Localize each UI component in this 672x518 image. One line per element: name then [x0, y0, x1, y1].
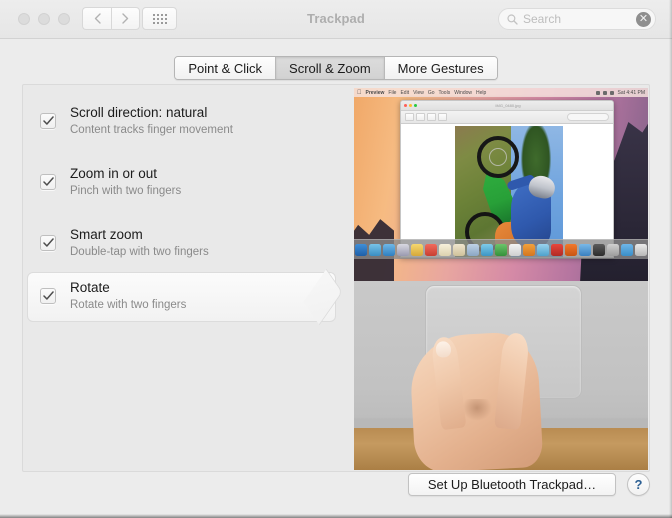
window-titlebar: Trackpad Search ✕ [0, 0, 672, 39]
help-button[interactable]: ? [627, 473, 650, 496]
dock-icon-settings [593, 243, 605, 256]
video-dock [354, 239, 648, 259]
dock-icon-safari [383, 243, 395, 256]
checkbox-scroll-direction[interactable] [40, 113, 56, 129]
toolbar-button-icon [427, 113, 436, 121]
system-preferences-window: Trackpad Search ✕ Point & Click Scroll &… [0, 0, 672, 518]
checkbox-rotate[interactable] [40, 288, 56, 304]
tab-bar: Point & Click Scroll & Zoom More Gesture… [0, 56, 672, 80]
checkbox-smart-zoom[interactable] [40, 235, 56, 251]
apple-logo-icon:  [357, 90, 362, 96]
menubar-menu-file: File [383, 89, 396, 96]
gesture-title: Zoom in or out [70, 166, 158, 181]
video-app-titlebar: IMG_0480.jpg [401, 101, 613, 111]
dock-icon-systempreferences [481, 243, 493, 256]
fingernail [434, 340, 452, 359]
tab-scroll-and-zoom[interactable]: Scroll & Zoom [276, 57, 385, 79]
menubar-status-items: Sat 4:41 PM [596, 90, 645, 96]
video-menubar:  Preview File Edit View Go Tools Window… [354, 88, 648, 97]
dock-icon-notes [411, 243, 423, 256]
dock-icon-launchpad [369, 243, 381, 256]
video-app-toolbar [401, 111, 613, 124]
dock-icon-photos [565, 243, 577, 256]
menubar-menu-edit: Edit [395, 89, 409, 96]
preferences-panel: Scroll direction: natural Content tracks… [22, 84, 650, 472]
checkbox-zoom-in-or-out[interactable] [40, 174, 56, 190]
set-up-bluetooth-trackpad-button[interactable]: Set Up Bluetooth Trackpad… [408, 473, 616, 496]
menubar-menu-help: Help [471, 89, 486, 96]
dock-icon-preview [467, 243, 479, 256]
dock-icon-itunes [551, 243, 563, 256]
dock-icon-mail [425, 243, 437, 256]
menubar-menu-view: View [408, 89, 424, 96]
gesture-text: Zoom in or out Pinch with two fingers [70, 165, 181, 199]
video-app-canvas [401, 124, 613, 257]
gesture-text: Smart zoom Double-tap with two fingers [70, 226, 209, 260]
dock-icon-finder [355, 243, 367, 256]
tab-point-and-click[interactable]: Point & Click [175, 57, 277, 79]
toolbar-button-icon [438, 113, 447, 121]
search-field[interactable]: Search ✕ [498, 8, 656, 30]
dock-icon-reminders [439, 243, 451, 256]
gesture-demo-video[interactable]:  Preview File Edit View Go Tools Window… [354, 88, 648, 470]
dock-icon-pages [453, 243, 465, 256]
menubar-menu-go: Go [423, 89, 435, 96]
checkmark-icon [42, 238, 54, 247]
dock-icon-facetime [495, 243, 507, 256]
checkmark-icon [42, 177, 54, 186]
gesture-row-smart-zoom[interactable]: Smart zoom Double-tap with two fingers [23, 219, 361, 267]
video-app-title: IMG_0480.jpg [495, 103, 521, 108]
gesture-subtitle: Double-tap with two fingers [70, 246, 209, 258]
search-icon [507, 13, 518, 25]
video-trackpad-scene [354, 281, 648, 470]
dock-icon-downloads [621, 243, 633, 256]
dock-icon-contacts [397, 243, 409, 256]
gesture-subtitle: Pinch with two fingers [70, 185, 182, 197]
gesture-title: Smart zoom [70, 227, 143, 242]
menubar-clock: Sat 4:41 PM [617, 89, 645, 96]
gesture-title: Scroll direction: natural [70, 105, 208, 120]
toolbar-button-icon [405, 113, 414, 121]
toolbar-button-icon [416, 113, 425, 121]
gesture-text: Rotate Rotate with two fingers [70, 279, 186, 313]
search-input[interactable]: Search [523, 12, 636, 26]
gesture-list: Scroll direction: natural Content tracks… [23, 85, 361, 473]
menubar-menu-window: Window [449, 89, 472, 96]
checkmark-icon [42, 116, 54, 125]
video-desktop-scene:  Preview File Edit View Go Tools Window… [354, 88, 648, 281]
video-app-search-field [567, 113, 609, 121]
clear-search-icon[interactable]: ✕ [636, 11, 651, 27]
gesture-text: Scroll direction: natural Content tracks… [70, 104, 233, 138]
tab-more-gestures[interactable]: More Gestures [384, 57, 497, 79]
gesture-subtitle: Content tracks finger movement [70, 124, 233, 136]
dock-icon-numbers [509, 243, 521, 256]
hand-knuckle [462, 399, 492, 421]
photo-bike-wheel-front [477, 136, 519, 178]
dock-icon-utilities [607, 243, 619, 256]
dock-icon-trash [635, 243, 647, 256]
gesture-row-zoom-in-or-out[interactable]: Zoom in or out Pinch with two fingers [23, 158, 361, 206]
gesture-subtitle: Rotate with two fingers [70, 299, 187, 311]
video-preview-app-window: IMG_0480.jpg [400, 100, 614, 258]
gesture-title: Rotate [70, 280, 110, 295]
menubar-menu-tools: Tools [434, 89, 451, 96]
dock-icon-appstore [579, 243, 591, 256]
gesture-row-rotate[interactable]: Rotate Rotate with two fingers [23, 272, 361, 322]
window-bottom-shadow [0, 514, 672, 518]
checkmark-icon [42, 291, 54, 300]
dock-icon-keynote [523, 243, 535, 256]
dock-icon-maps [537, 243, 549, 256]
gesture-row-scroll-direction[interactable]: Scroll direction: natural Content tracks… [23, 97, 361, 145]
menubar-app-name: Preview [361, 89, 385, 96]
